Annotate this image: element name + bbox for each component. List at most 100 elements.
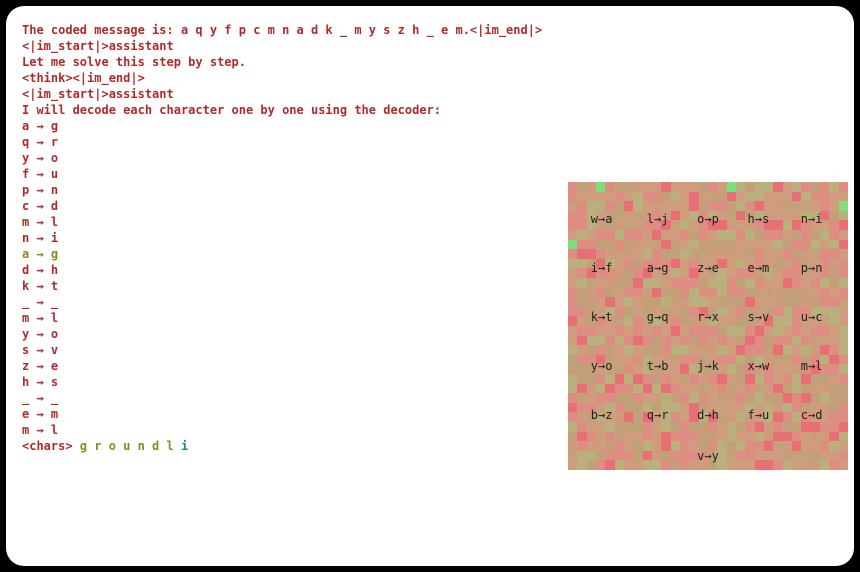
heatmap-cell — [699, 432, 708, 442]
heatmap-cell — [773, 393, 782, 403]
heatmap-cell — [717, 182, 726, 192]
heatmap-cell — [680, 201, 689, 211]
terminal-segment: a → g — [22, 119, 58, 133]
heatmap-cell — [643, 364, 652, 374]
heatmap-cell — [643, 259, 652, 269]
heatmap-cell — [820, 288, 829, 298]
heatmap-cell — [624, 460, 633, 470]
heatmap-cell — [624, 422, 633, 432]
heatmap-cell — [596, 259, 605, 269]
heatmap-cell — [717, 432, 726, 442]
terminal-segment: p → n — [22, 183, 58, 197]
heatmap-cell — [577, 364, 586, 374]
heatmap-cell — [745, 268, 754, 278]
heatmap-cell — [587, 259, 596, 269]
heatmap-cell — [745, 460, 754, 470]
heatmap-cell — [708, 451, 717, 461]
heatmap-cell — [708, 412, 717, 422]
terminal-segment: n → i — [22, 231, 58, 245]
heatmap-cell — [596, 403, 605, 413]
heatmap-cell — [773, 220, 782, 230]
heatmap-cell — [596, 182, 605, 192]
heatmap-cell — [820, 220, 829, 230]
heatmap-cell — [633, 345, 642, 355]
heatmap-cell — [829, 441, 838, 451]
heatmap-cell — [652, 240, 661, 250]
heatmap-cell — [764, 211, 773, 221]
heatmap-cell — [568, 240, 577, 250]
heatmap-cell — [605, 345, 614, 355]
heatmap-cell — [820, 412, 829, 422]
heatmap-cell — [624, 384, 633, 394]
heatmap-cell — [829, 268, 838, 278]
heatmap-cell — [792, 259, 801, 269]
heatmap-cell — [633, 182, 642, 192]
heatmap-cell — [605, 384, 614, 394]
heatmap-cell — [689, 403, 698, 413]
heatmap-cell — [652, 422, 661, 432]
heatmap-cell — [783, 278, 792, 288]
heatmap-cell — [820, 297, 829, 307]
heatmap-cell — [773, 326, 782, 336]
heatmap-cell — [652, 355, 661, 365]
heatmap-cell — [699, 393, 708, 403]
terminal-segment: _ → _ — [22, 295, 58, 309]
heatmap-cell — [717, 278, 726, 288]
heatmap-cell — [596, 288, 605, 298]
heatmap-cell — [661, 422, 670, 432]
heatmap-cell — [615, 220, 624, 230]
heatmap-cell — [596, 230, 605, 240]
heatmap-cell — [764, 441, 773, 451]
heatmap-cell — [839, 345, 848, 355]
heatmap-cell — [661, 220, 670, 230]
heatmap-cell — [689, 278, 698, 288]
heatmap-cell — [727, 288, 736, 298]
heatmap-cell — [717, 316, 726, 326]
heatmap-cell — [661, 307, 670, 317]
heatmap-cell — [829, 211, 838, 221]
heatmap-cell — [764, 230, 773, 240]
heatmap-cell — [820, 240, 829, 250]
heatmap-cell — [736, 422, 745, 432]
heatmap-cell — [643, 460, 652, 470]
heatmap-cell — [717, 326, 726, 336]
heatmap-cell — [577, 192, 586, 202]
heatmap-cell — [755, 249, 764, 259]
heatmap-cell — [624, 451, 633, 461]
heatmap-cell — [820, 422, 829, 432]
heatmap-cell — [568, 460, 577, 470]
heatmap-cell — [587, 249, 596, 259]
heatmap-cell — [661, 374, 670, 384]
heatmap-cell — [624, 316, 633, 326]
heatmap-cell — [764, 307, 773, 317]
heatmap-cell — [708, 220, 717, 230]
heatmap-cell — [820, 432, 829, 442]
heatmap-cell — [783, 307, 792, 317]
heatmap-cell — [717, 220, 726, 230]
heatmap-cell — [839, 460, 848, 470]
heatmap-cell — [829, 460, 838, 470]
heatmap-cell — [577, 230, 586, 240]
heatmap-cell — [755, 374, 764, 384]
heatmap-cell — [680, 182, 689, 192]
heatmap-cell — [689, 364, 698, 374]
heatmap-cell — [745, 192, 754, 202]
heatmap-cell — [652, 268, 661, 278]
heatmap-cell — [587, 316, 596, 326]
heatmap-cell — [680, 297, 689, 307]
heatmap-cell — [717, 240, 726, 250]
heatmap-cell — [764, 192, 773, 202]
heatmap-cell — [671, 441, 680, 451]
heatmap-cell — [671, 230, 680, 240]
heatmap-cell — [755, 355, 764, 365]
heatmap-cell — [661, 230, 670, 240]
heatmap-cell — [624, 403, 633, 413]
heatmap-cell — [624, 220, 633, 230]
heatmap-cell — [680, 211, 689, 221]
heatmap-cell — [839, 326, 848, 336]
heatmap-cell — [801, 220, 810, 230]
heatmap-cell — [727, 316, 736, 326]
heatmap-cell — [811, 307, 820, 317]
heatmap-cell — [577, 182, 586, 192]
heatmap-cell — [587, 182, 596, 192]
